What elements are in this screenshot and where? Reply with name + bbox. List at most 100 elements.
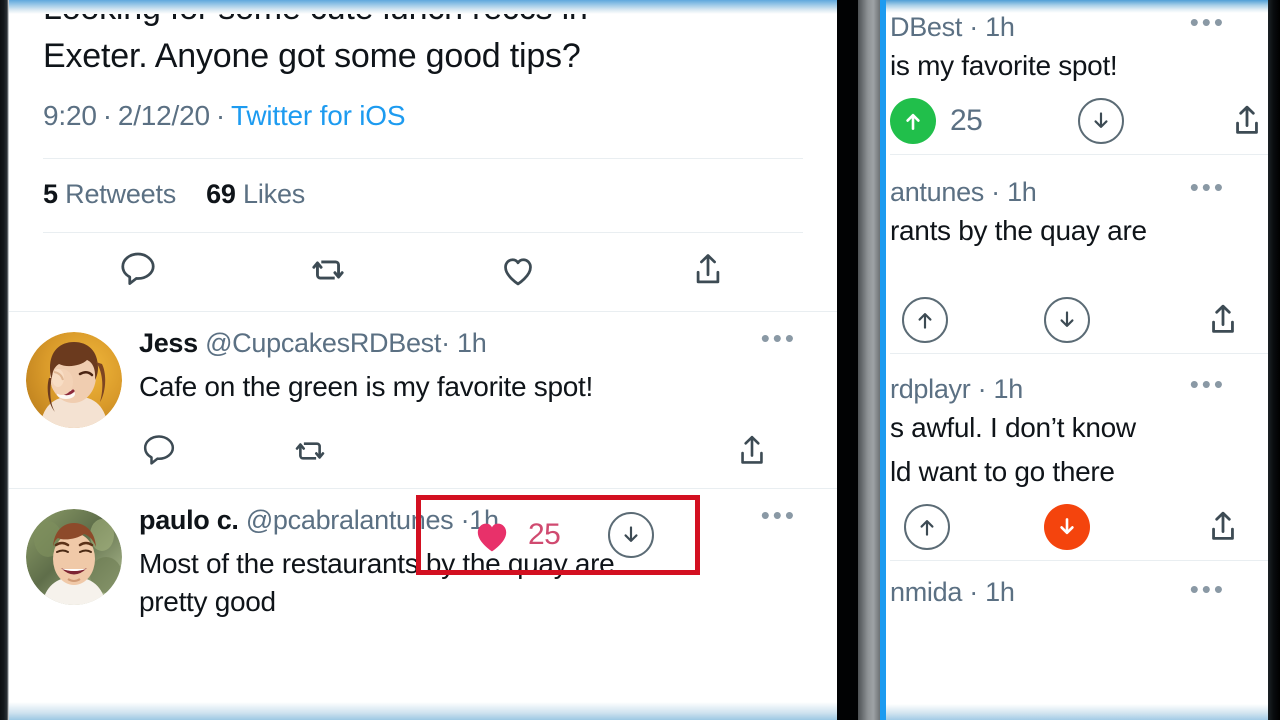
upvote-button[interactable] [890,297,948,343]
upvote-button-active[interactable]: 25 [890,98,983,144]
like-count-total: 69 [206,179,236,209]
reply-reply-button[interactable] [139,431,289,471]
downvote-button-active[interactable] [1044,504,1090,550]
like-label[interactable]: Likes [243,179,305,209]
upvote-button[interactable] [890,504,950,550]
tweet-date: 2/12/20 [117,100,210,131]
tweet-meta-row: 9:20 · 2/12/20 · Twitter for iOS [9,80,837,132]
avatar[interactable] [26,332,122,428]
down-arrow-icon [1094,112,1108,128]
tweet-source-link[interactable]: Twitter for iOS [231,100,406,131]
vote-item-overflow-menu[interactable]: ••• [1190,576,1226,602]
avatar[interactable] [26,509,122,605]
vote-action-bar [886,287,1268,353]
share-button[interactable] [1226,100,1268,142]
heart-filled-icon [477,523,507,552]
vote-item-overflow-menu[interactable]: ••• [1190,9,1226,35]
reply-text-line-2: pretty good [139,586,276,617]
reply-downvote-button[interactable] [608,512,655,558]
vote-item-text: s awful. I don’t know ld want to go ther… [886,406,1268,494]
vote-item[interactable]: rdplayr · 1h s awful. I don’t know ld wa… [886,354,1268,561]
downvote-button[interactable] [1077,98,1124,144]
vote-action-bar: 25 [886,88,1268,154]
vote-item[interactable]: antunes · 1h rants by the quay are ••• [886,155,1268,354]
reply-avatar-wrap [9,503,139,621]
tweet-text: Looking for some cute lunch reccs in Exe… [9,0,837,80]
meta-dot-2: · [215,100,225,131]
share-icon [1236,105,1258,134]
share-button[interactable] [613,248,803,292]
man-smiling-avatar-icon [26,509,122,605]
reply-overflow-menu[interactable]: ••• [761,502,797,528]
reply-item[interactable]: Jess @CupcakesRDBest· 1h Cafe on the gre… [9,312,837,482]
tweet-text-line-2: Exeter. Anyone got some good tips? [43,37,581,75]
vote-item-overflow-menu[interactable]: ••• [1190,174,1226,200]
reply-timestamp: 1h [456,328,487,358]
up-arrow-icon [918,313,932,329]
down-arrow-circle-icon [1044,297,1090,343]
left-bezel-edge [0,0,9,720]
share-button[interactable] [1202,506,1244,548]
retweet-icon [312,260,344,280]
down-arrow-circle-icon [1077,98,1124,144]
tweet-counts-row: 5 Retweets 69 Likes [9,159,837,232]
retweet-button[interactable] [233,247,423,293]
right-top-glow [886,0,1268,13]
bottom-glow [0,702,837,720]
share-icon [741,435,763,464]
reply-avatar-wrap [9,326,139,482]
tweet-text-line-1: Looking for some cute lunch reccs in [43,0,588,27]
reply-like-count: 25 [528,518,561,551]
reply-display-name[interactable]: Jess [139,328,198,358]
retweet-count: 5 [43,179,58,209]
down-arrow-circle-icon [608,512,655,558]
like-button[interactable] [423,248,613,292]
up-arrow-circle-icon [902,297,948,343]
upvote-filled-icon [890,98,936,144]
down-arrow-icon [1060,311,1074,327]
reply-sep: · [441,328,450,358]
reply-icon [143,435,175,465]
heart-icon [504,258,532,286]
screenshot-root: Looking for some cute lunch reccs in Exe… [0,0,1280,720]
share-button[interactable] [1202,299,1244,341]
twitter-thread-panel: Looking for some cute lunch reccs in Exe… [0,0,837,720]
reply-action-bar [139,420,813,482]
vote-item-text-line-2: ld want to go there [890,456,1115,487]
vote-item-overflow-menu[interactable]: ••• [1190,371,1226,397]
reply-overflow-menu[interactable]: ••• [761,325,797,351]
divider-blue-line [880,0,886,720]
down-arrow-icon [1060,518,1074,535]
vote-count: 25 [950,104,983,137]
share-icon [1212,511,1234,540]
up-arrow-circle-icon [904,504,950,550]
down-arrow-icon [624,526,638,542]
reply-share-button[interactable] [731,430,773,472]
right-bottom-glow [886,704,1268,720]
reply-text: Cafe on the green is my favorite spot! [139,371,593,402]
reply-retweet-button[interactable] [289,430,439,472]
up-arrow-icon [906,113,920,130]
tweet-action-bar [43,233,803,311]
reply-content: Jess @CupcakesRDBest· 1h Cafe on the gre… [139,326,837,482]
reply-button[interactable] [43,248,233,292]
woman-laughing-avatar-icon [26,332,122,428]
reply-header: Jess @CupcakesRDBest· 1h [139,326,813,360]
up-arrow-icon [920,520,934,536]
vote-item[interactable]: DBest · 1h is my favorite spot! ••• 25 [886,0,1268,155]
retweet-label[interactable]: Retweets [65,179,176,209]
divider-gray-band [858,0,880,720]
share-icon [1212,304,1234,333]
vote-action-bar [886,494,1268,560]
reply-handle[interactable]: @CupcakesRDBest [205,328,441,358]
vote-item-text: rants by the quay are [890,215,1147,246]
share-icon [696,254,720,284]
vote-item[interactable]: nmida · 1h ••• [886,561,1268,609]
reply-like-button[interactable]: 25 [416,495,700,575]
downvote-button[interactable] [1044,297,1090,343]
meta-dot-1: · [102,100,112,131]
reply-display-name[interactable]: paulo c. [139,505,239,535]
tweet-time: 9:20 [43,100,97,131]
reddit-style-panel: DBest · 1h is my favorite spot! ••• 25 a… [886,0,1268,720]
panel-divider [837,0,886,720]
